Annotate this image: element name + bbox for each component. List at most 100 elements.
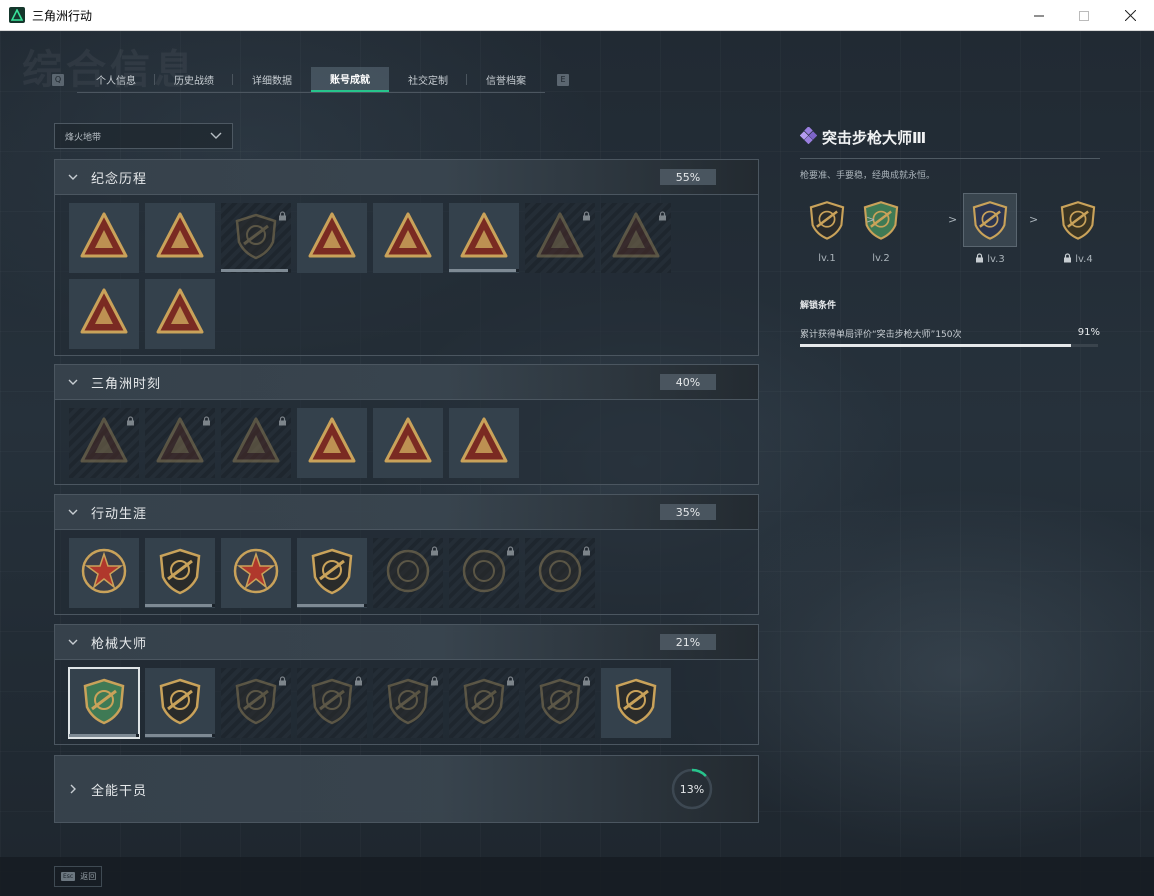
achievement-description: 枪要准、手要稳，经典成就永恒。	[800, 171, 936, 181]
chevron-down-icon	[55, 637, 91, 647]
badge-tile[interactable]	[373, 538, 443, 608]
badge-tile[interactable]	[145, 408, 215, 478]
level-2[interactable]: lv.2	[854, 193, 908, 264]
lock-icon	[1063, 253, 1072, 266]
level-label-row: lv.3	[963, 253, 1017, 266]
eye-round-badge-icon	[534, 545, 586, 601]
section-versatile-operator[interactable]: 全能干员 13%	[54, 755, 759, 823]
level-1[interactable]: lv.1	[800, 193, 854, 264]
badge-tile[interactable]	[449, 408, 519, 478]
tab-3[interactable]: 详细数据	[233, 67, 311, 92]
badge-tile[interactable]	[525, 668, 595, 738]
close-icon[interactable]	[1107, 0, 1153, 31]
prev-tab-key-hint[interactable]: Q	[52, 73, 64, 86]
cargo-badge-icon	[154, 415, 206, 471]
section-header[interactable]: 全能干员 13%	[55, 756, 758, 822]
soldier-badge-icon	[534, 210, 586, 266]
badge-tile[interactable]	[601, 668, 671, 738]
badge-tile[interactable]	[525, 203, 595, 273]
tab-label: 账号成就	[330, 74, 370, 86]
section-header[interactable]: 三角洲时刻 40%	[55, 365, 758, 400]
rocket-badge-icon	[458, 415, 510, 471]
badge-tile[interactable]	[221, 538, 291, 608]
badge-tile[interactable]	[221, 668, 291, 738]
section-weapon-master: 枪械大师 21%	[54, 624, 759, 745]
badge-tile[interactable]	[145, 668, 215, 738]
badge-tile[interactable]	[69, 279, 139, 349]
minimize-icon[interactable]	[1016, 0, 1062, 31]
badge-tile[interactable]	[145, 203, 215, 273]
level-arrow-icon: >	[1029, 213, 1039, 226]
back-button[interactable]: Esc 返回	[54, 866, 102, 887]
badge-tile[interactable]	[525, 538, 595, 608]
tab-1[interactable]: 个人信息	[77, 67, 155, 92]
section-header[interactable]: 行动生涯 35%	[55, 495, 758, 530]
unlock-progress-bar	[800, 344, 1098, 347]
section-title: 枪械大师	[91, 636, 148, 652]
next-tab-key-hint[interactable]: E	[557, 73, 569, 86]
badge-tile[interactable]	[68, 667, 140, 739]
badge-tile[interactable]	[449, 538, 519, 608]
badge-tile[interactable]	[297, 408, 367, 478]
badge-tile[interactable]	[297, 538, 367, 608]
level-badge-icon	[963, 193, 1017, 247]
tab-5[interactable]: 社交定制	[389, 67, 467, 92]
mode-filter-dropdown[interactable]: 烽火地带	[54, 123, 233, 149]
window-title: 三角洲行动	[32, 8, 93, 23]
tab-navigation: Q 个人信息 历史战绩 详细数据 账号成就 社交定制 信誉档案 E	[52, 66, 569, 93]
unlock-condition-row: 累计获得单局评价“突击步枪大师”150次 91%	[800, 327, 1100, 340]
divider	[800, 158, 1100, 159]
unlock-conditions-heading: 解锁条件	[800, 301, 837, 311]
badge-tile[interactable]	[449, 668, 519, 738]
unlock-condition-percent: 91%	[1077, 327, 1100, 338]
level-label-row: lv.2	[854, 253, 908, 264]
game-viewport: 综合信息 Q 个人信息 历史战绩 详细数据 账号成就 社交定制 信誉档案 E 烽火地带 纪…	[0, 31, 1154, 896]
maximize-icon[interactable]	[1061, 0, 1107, 31]
badge-tile[interactable]	[145, 538, 215, 608]
back-label: 返回	[80, 872, 97, 881]
shotgun-badge-icon	[382, 675, 434, 731]
badge-tile[interactable]	[221, 408, 291, 478]
section-percent: 35%	[660, 504, 716, 520]
section-header[interactable]: 纪念历程 55%	[55, 160, 758, 195]
tab-label: 历史战绩	[174, 75, 214, 87]
badge-progress-fill	[297, 604, 364, 607]
badge-tile[interactable]	[373, 668, 443, 738]
badge-tile[interactable]	[221, 203, 291, 273]
helicopter-badge-icon	[154, 210, 206, 266]
badge-tile[interactable]	[69, 408, 139, 478]
badge-tile[interactable]	[449, 203, 519, 273]
squad-badge-icon	[382, 415, 434, 471]
tab-label: 社交定制	[408, 75, 448, 87]
helmet-badge-icon	[78, 286, 130, 342]
badge-tile[interactable]	[373, 408, 443, 478]
level-3[interactable]: lv.3	[963, 193, 1017, 266]
lock-icon	[658, 206, 667, 225]
badge-tile[interactable]	[297, 668, 367, 738]
level-4[interactable]: lv.4	[1051, 193, 1105, 266]
esc-key-hint: Esc	[61, 872, 76, 881]
badge-grid	[55, 195, 758, 355]
skull-round-badge-icon	[458, 545, 510, 601]
badge-grid	[55, 400, 758, 484]
app-logo-icon	[9, 7, 25, 23]
tab-6[interactable]: 信誉档案	[467, 67, 545, 92]
level-label: lv.2	[872, 253, 890, 264]
badge-grid	[55, 530, 758, 614]
badge-tile[interactable]	[601, 203, 671, 273]
lock-icon	[506, 541, 515, 560]
badge-tile[interactable]	[297, 203, 367, 273]
badge-tile[interactable]	[69, 538, 139, 608]
badge-tile[interactable]	[145, 279, 215, 349]
tab-4[interactable]: 账号成就	[311, 66, 389, 92]
badge-tile[interactable]	[373, 203, 443, 273]
badge-progress-bar	[145, 734, 215, 737]
lock-icon	[430, 541, 439, 560]
section-percent: 13%	[679, 782, 705, 796]
tab-2[interactable]: 历史战绩	[155, 67, 233, 92]
badge-progress-bar	[221, 269, 291, 272]
badge-tile[interactable]	[69, 203, 139, 273]
section-header[interactable]: 枪械大师 21%	[55, 625, 758, 660]
badge-progress-fill	[69, 734, 136, 737]
gold-crossed-rifles-badge-icon	[610, 675, 662, 731]
